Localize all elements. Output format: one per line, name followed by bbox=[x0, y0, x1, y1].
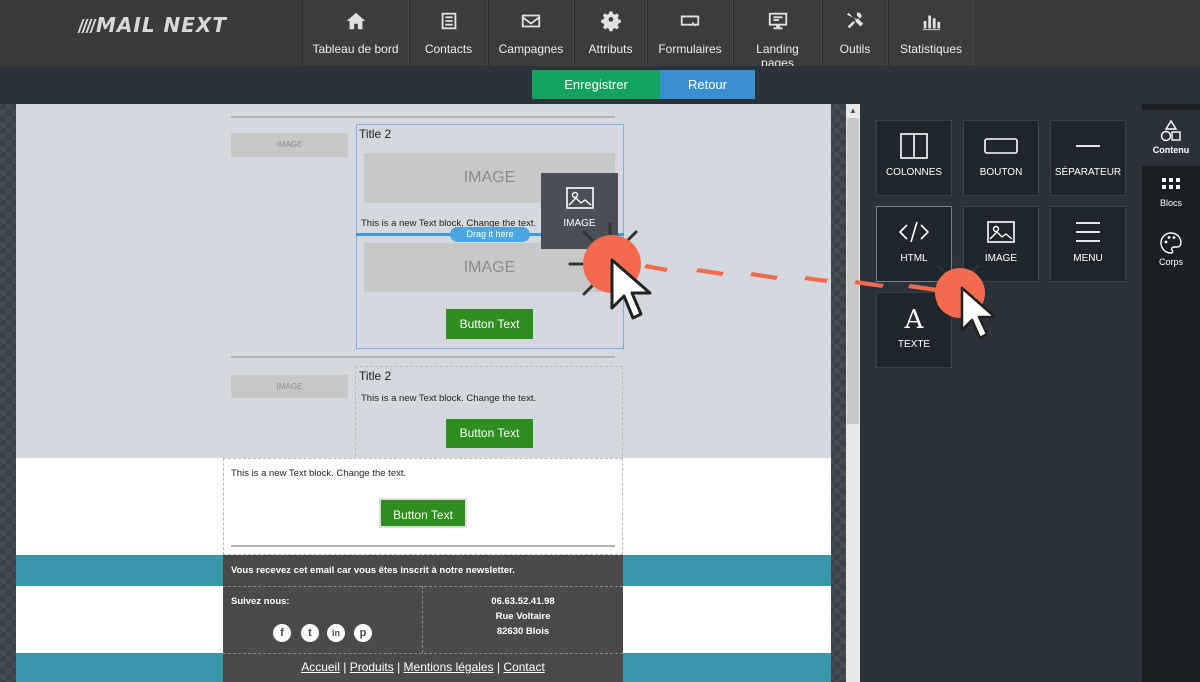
nav-attributes[interactable]: Attributs bbox=[574, 0, 647, 66]
palette-icon bbox=[1160, 232, 1182, 254]
image-icon bbox=[987, 221, 1015, 243]
monitor-icon bbox=[768, 12, 787, 30]
text-block-2[interactable]: This is a new Text block. Change the tex… bbox=[361, 393, 536, 404]
scroll-up-icon[interactable]: ▲ bbox=[849, 106, 857, 115]
button-icon bbox=[984, 138, 1018, 154]
save-button[interactable]: Enregistrer bbox=[532, 70, 660, 99]
tab-blocks[interactable]: Blocs bbox=[1142, 167, 1200, 223]
bar-chart-icon bbox=[922, 15, 941, 31]
tools-icon bbox=[846, 12, 864, 29]
divider bbox=[231, 116, 615, 118]
pointer-cursor-icon bbox=[935, 258, 997, 340]
columns-icon bbox=[900, 133, 928, 159]
image-placeholder-small-2[interactable]: IMAGE bbox=[231, 375, 348, 398]
tile-columns[interactable]: COLONNES bbox=[876, 120, 952, 196]
footer-link-legal[interactable]: Mentions légales bbox=[404, 660, 494, 674]
footer-link-products[interactable]: Produits bbox=[350, 660, 394, 674]
nav-forms[interactable]: Formulaires bbox=[647, 0, 733, 66]
action-bar: Enregistrer Retour bbox=[0, 66, 1200, 104]
image-icon bbox=[565, 187, 594, 209]
logo[interactable]: MAIL NEXT bbox=[77, 13, 227, 37]
drop-hint-label: Drag it here bbox=[450, 227, 530, 242]
side-tabs: Contenu Blocs Corps bbox=[1142, 104, 1200, 682]
form-icon bbox=[680, 15, 700, 27]
email-button-2[interactable]: Button Text bbox=[446, 419, 533, 448]
footer-links: Accueil | Produits | Mentions légales | … bbox=[301, 660, 545, 674]
twitter-icon[interactable]: t bbox=[301, 624, 319, 642]
envelope-icon bbox=[521, 14, 541, 28]
footer-link-home[interactable]: Accueil bbox=[301, 660, 340, 674]
email-footer: Vous recevez cet email car vous êtes ins… bbox=[223, 555, 623, 682]
nav-statistics[interactable]: Statistiques bbox=[888, 0, 974, 66]
footer-phone: 06.63.52.41.98 bbox=[491, 596, 555, 607]
tile-menu[interactable]: MENU bbox=[1050, 206, 1126, 282]
canvas-scrollbar[interactable]: ▲ bbox=[846, 104, 860, 682]
image-placeholder-small[interactable]: IMAGE bbox=[231, 133, 348, 157]
top-navigation-bar: MAIL NEXT Tableau de bord Contacts Campa… bbox=[0, 0, 1200, 70]
footer-follow-label: Suivez nous: bbox=[231, 596, 290, 607]
tile-separator[interactable]: SÉPARATEUR bbox=[1050, 120, 1126, 196]
footer-notice: Vous recevez cet email car vous êtes ins… bbox=[231, 565, 515, 576]
footer-street: Rue Voltaire bbox=[495, 611, 551, 622]
code-icon bbox=[898, 221, 930, 243]
text-block-3[interactable]: This is a new Text block. Change the tex… bbox=[231, 468, 406, 479]
tile-button[interactable]: BOUTON bbox=[963, 120, 1039, 196]
nav-campaigns[interactable]: Campagnes bbox=[488, 0, 574, 66]
tab-body[interactable]: Corps bbox=[1142, 222, 1200, 278]
home-icon bbox=[346, 12, 365, 30]
footer-city: 82630 Blois bbox=[496, 626, 550, 637]
nav-tools[interactable]: Outils bbox=[822, 0, 888, 66]
block-title-2[interactable]: Title 2 bbox=[359, 369, 391, 383]
drop-cursor-icon bbox=[568, 222, 652, 320]
footer-link-contact[interactable]: Contact bbox=[503, 660, 544, 674]
back-button[interactable]: Retour bbox=[660, 70, 755, 99]
linkedin-icon[interactable]: in bbox=[327, 624, 345, 642]
nav-landing-pages[interactable]: Landing pages bbox=[733, 0, 822, 70]
pinterest-icon[interactable]: p bbox=[354, 624, 372, 642]
grid-icon bbox=[1162, 178, 1180, 189]
separator-icon bbox=[1076, 145, 1100, 147]
list-icon bbox=[441, 12, 456, 30]
email-button[interactable]: Button Text bbox=[446, 309, 533, 339]
divider-2 bbox=[231, 356, 615, 358]
divider-3 bbox=[231, 545, 615, 547]
nav-contacts[interactable]: Contacts bbox=[409, 0, 488, 66]
block-title[interactable]: Title 2 bbox=[359, 127, 391, 141]
gear-icon bbox=[600, 11, 621, 32]
facebook-icon[interactable]: f bbox=[273, 624, 291, 642]
shapes-icon bbox=[1160, 120, 1181, 142]
email-button-3[interactable]: Button Text bbox=[379, 498, 467, 528]
main-nav: Tableau de bord Contacts Campagnes Attri… bbox=[302, 0, 974, 70]
tab-content[interactable]: Contenu bbox=[1142, 110, 1200, 166]
nav-dashboard[interactable]: Tableau de bord bbox=[302, 0, 409, 66]
menu-icon bbox=[1076, 222, 1100, 242]
